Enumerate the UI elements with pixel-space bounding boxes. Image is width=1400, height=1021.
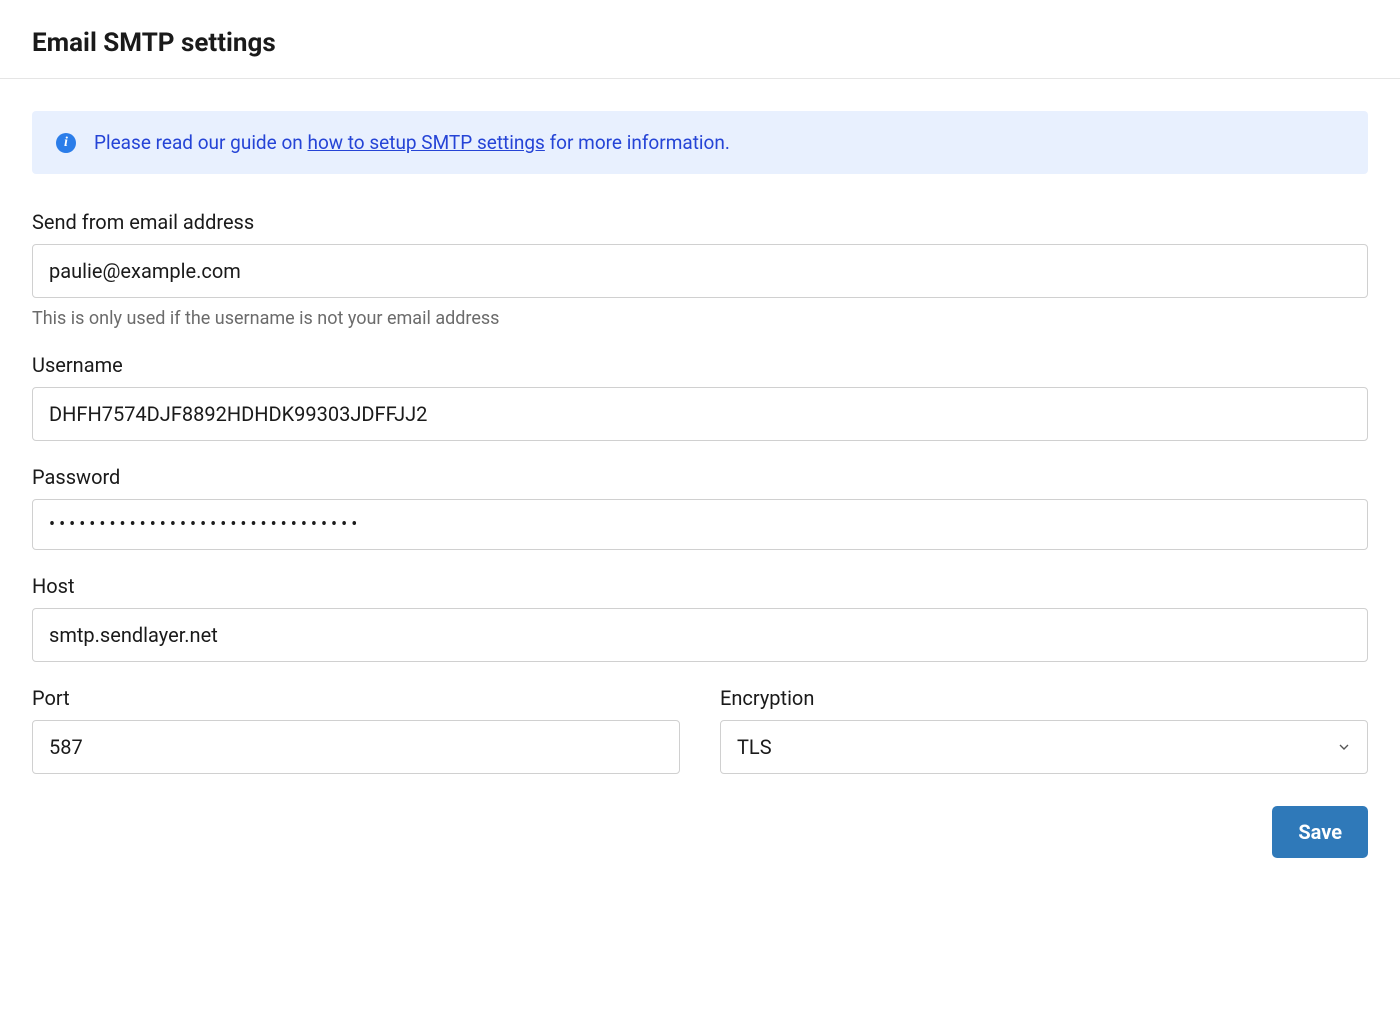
password-input[interactable] [32, 499, 1368, 550]
from-email-group: Send from email address This is only use… [32, 210, 1368, 329]
username-input[interactable] [32, 387, 1368, 441]
host-input[interactable] [32, 608, 1368, 662]
encryption-select-wrapper: TLS [720, 720, 1368, 774]
port-group: Port [32, 686, 680, 774]
encryption-select[interactable]: TLS [720, 720, 1368, 774]
from-email-input[interactable] [32, 244, 1368, 298]
actions-row: Save [32, 806, 1368, 858]
info-text-prefix: Please read our guide on [94, 131, 307, 154]
info-text-suffix: for more information. [545, 131, 730, 154]
content-area: i Please read our guide on how to setup … [0, 79, 1400, 890]
port-encryption-row: Port Encryption TLS [32, 686, 1368, 798]
username-label: Username [32, 353, 1368, 377]
from-email-label: Send from email address [32, 210, 1368, 234]
username-group: Username [32, 353, 1368, 441]
info-banner: i Please read our guide on how to setup … [32, 111, 1368, 174]
encryption-label: Encryption [720, 686, 1368, 710]
password-label: Password [32, 465, 1368, 489]
port-label: Port [32, 686, 680, 710]
save-button[interactable]: Save [1272, 806, 1368, 858]
encryption-group: Encryption TLS [720, 686, 1368, 774]
from-email-help: This is only used if the username is not… [32, 308, 1368, 329]
host-label: Host [32, 574, 1368, 598]
host-group: Host [32, 574, 1368, 662]
page-header: Email SMTP settings [0, 0, 1400, 79]
info-banner-text: Please read our guide on how to setup SM… [94, 131, 730, 154]
port-input[interactable] [32, 720, 680, 774]
password-group: Password [32, 465, 1368, 550]
info-icon: i [56, 133, 76, 153]
page-title: Email SMTP settings [32, 28, 1368, 58]
setup-guide-link[interactable]: how to setup SMTP settings [307, 131, 544, 154]
